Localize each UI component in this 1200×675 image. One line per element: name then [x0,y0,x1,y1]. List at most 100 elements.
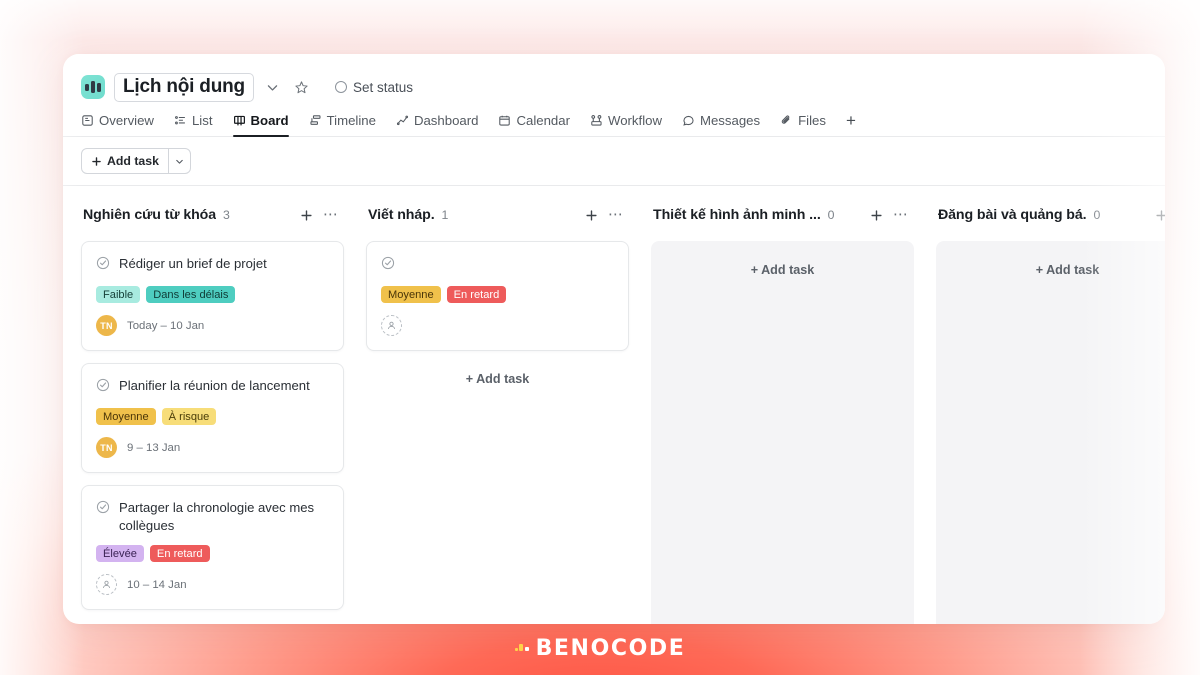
add-tab-button[interactable]: + [846,112,856,137]
calendar-icon [498,114,511,127]
column-add-task-link[interactable]: + Add task [366,363,629,395]
tab-board-label: Board [250,113,289,128]
board-column-count: 0 [1093,208,1101,222]
board-icon [233,114,246,127]
column-more-options-icon[interactable]: ⋯ [607,206,625,224]
column-more-options-icon[interactable]: ⋯ [322,206,340,224]
tab-dashboard-label: Dashboard [413,113,479,128]
add-task-button-group: Add task [81,148,191,174]
board-column: Đăng bài và quảng bá.0⋯+ Add task [936,204,1165,624]
task-card-footer: TN 9 – 13 Jan [96,437,329,458]
task-card-title: Partager la chronologie avec mes collègu… [119,500,315,533]
tab-workflow-label: Workflow [608,113,662,128]
tab-board[interactable]: Board [232,113,289,137]
task-card-footer: 10 – 14 Jan [96,574,329,596]
app-header: Lịch nội dung Set status Overview List B… [63,54,1165,137]
app-window: Lịch nội dung Set status Overview List B… [63,54,1165,624]
star-icon[interactable] [292,77,312,97]
task-card-footer [381,315,614,336]
tab-dashboard[interactable]: Dashboard [396,113,479,136]
task-tag[interactable]: Dans les délais [146,286,236,303]
task-card[interactable]: Rédiger un brief de projet Faible Dans les… [81,241,344,351]
tab-workflow[interactable]: Workflow [590,113,662,136]
task-card-title-row: Rédiger un brief de projet [96,255,329,275]
chevron-down-icon [176,159,183,164]
status-circle-icon [334,81,347,93]
board-column-header: Đăng bài và quảng bá.0⋯ [936,204,1165,226]
column-add-task-link[interactable]: + Add task [651,263,914,277]
empty-column-dropzone[interactable]: + Add task [936,241,1165,624]
dashboard-icon [396,114,409,127]
tab-overview[interactable]: Overview [81,113,154,136]
task-card[interactable]: Planifier la réunion de lancement Moyenne… [81,363,344,473]
task-card-title: Rédiger un brief de projet [119,256,267,271]
task-card-title-row: Planifier la réunion de lancement [96,377,329,397]
tab-overview-label: Overview [99,113,154,128]
tab-messages[interactable]: Messages [682,113,760,136]
set-status-button[interactable]: Set status [334,79,413,95]
task-date-range[interactable]: 9 – 13 Jan [127,442,180,454]
column-add-task-icon[interactable] [867,206,885,224]
column-add-task-icon[interactable] [1152,206,1165,224]
empty-column-dropzone[interactable]: + Add task [651,241,914,624]
assignee-avatar[interactable]: TN [96,315,117,336]
task-tag[interactable]: Moyenne [96,408,156,425]
tab-bar: Overview List Board Timeline Dashboard C… [63,104,1165,137]
task-tag[interactable]: Moyenne [381,286,441,303]
project-title[interactable]: Lịch nội dung [114,72,254,102]
assignee-avatar[interactable]: TN [96,437,117,458]
task-tag[interactable]: En retard [149,545,210,563]
complete-task-check-icon[interactable] [96,500,110,519]
tab-timeline-label: Timeline [326,113,376,128]
plus-icon [92,156,101,166]
messages-icon [682,114,695,127]
task-card[interactable]: Moyenne En retard [366,241,629,351]
board-toolbar: Add task [63,137,1165,186]
task-card-title: Planifier la réunion de lancement [119,378,310,393]
add-task-button-label: Add task [107,154,159,168]
complete-task-check-icon[interactable] [96,256,110,275]
workflow-icon [590,114,603,127]
board-column-title: Thiết kế hình ảnh minh ... [653,207,821,223]
task-card-footer: TN Today – 10 Jan [96,315,329,336]
chevron-down-icon[interactable] [263,77,283,97]
column-add-task-icon[interactable] [582,206,600,224]
column-add-task-link[interactable]: + Add task [81,622,344,624]
task-date-range[interactable]: 10 – 14 Jan [127,579,187,591]
title-row: Lịch nội dung Set status [63,70,1165,104]
task-card-title-row [381,255,614,275]
tab-calendar-label: Calendar [516,113,570,128]
column-add-task-link[interactable]: + Add task [936,263,1165,277]
assignee-placeholder-avatar-icon[interactable] [381,315,402,336]
list-icon [174,114,187,127]
kanban-board: Nghiên cứu từ khóa 3 ⋯ Rédiger un brief de … [63,186,1165,624]
task-card[interactable]: Partager la chronologie avec mes collègu… [81,485,344,611]
complete-task-check-icon[interactable] [381,256,395,275]
task-date-range[interactable]: Today – 10 Jan [127,320,204,332]
benocode-logo-icon [514,644,529,651]
add-task-button[interactable]: Add task [82,149,168,173]
board-column-header: Thiết kế hình ảnh minh ... 0 ⋯ [651,204,914,226]
column-more-options-icon[interactable]: ⋯ [892,206,910,224]
board-column-title: Nghiên cứu từ khóa [83,207,217,223]
task-tag[interactable]: En retard [446,286,507,303]
task-card-tags: Faible Dans les délais [96,286,329,303]
project-app-icon [81,75,105,99]
board-column: Viết nháp. 1 ⋯ Moyenne En retard + Add task [366,204,629,395]
task-tag[interactable]: Élevée [96,545,144,563]
board-column-header: Viết nháp. 1 ⋯ [366,204,629,226]
board-column-title: Đăng bài và quảng bá. [938,207,1087,223]
tab-calendar[interactable]: Calendar [498,113,570,136]
board-column-count: 3 [223,208,230,222]
tab-files[interactable]: Files [780,113,826,136]
tab-timeline[interactable]: Timeline [309,113,376,136]
assignee-placeholder-avatar-icon[interactable] [96,574,117,596]
brand-watermark: BENOCODE [0,636,1200,661]
add-task-dropdown-button[interactable] [167,149,190,173]
task-tag[interactable]: Faible [96,286,141,303]
set-status-label: Set status [352,79,413,95]
complete-task-check-icon[interactable] [96,378,110,397]
task-tag[interactable]: À risque [161,408,217,425]
tab-list[interactable]: List [174,113,213,136]
column-add-task-icon[interactable] [297,206,315,224]
